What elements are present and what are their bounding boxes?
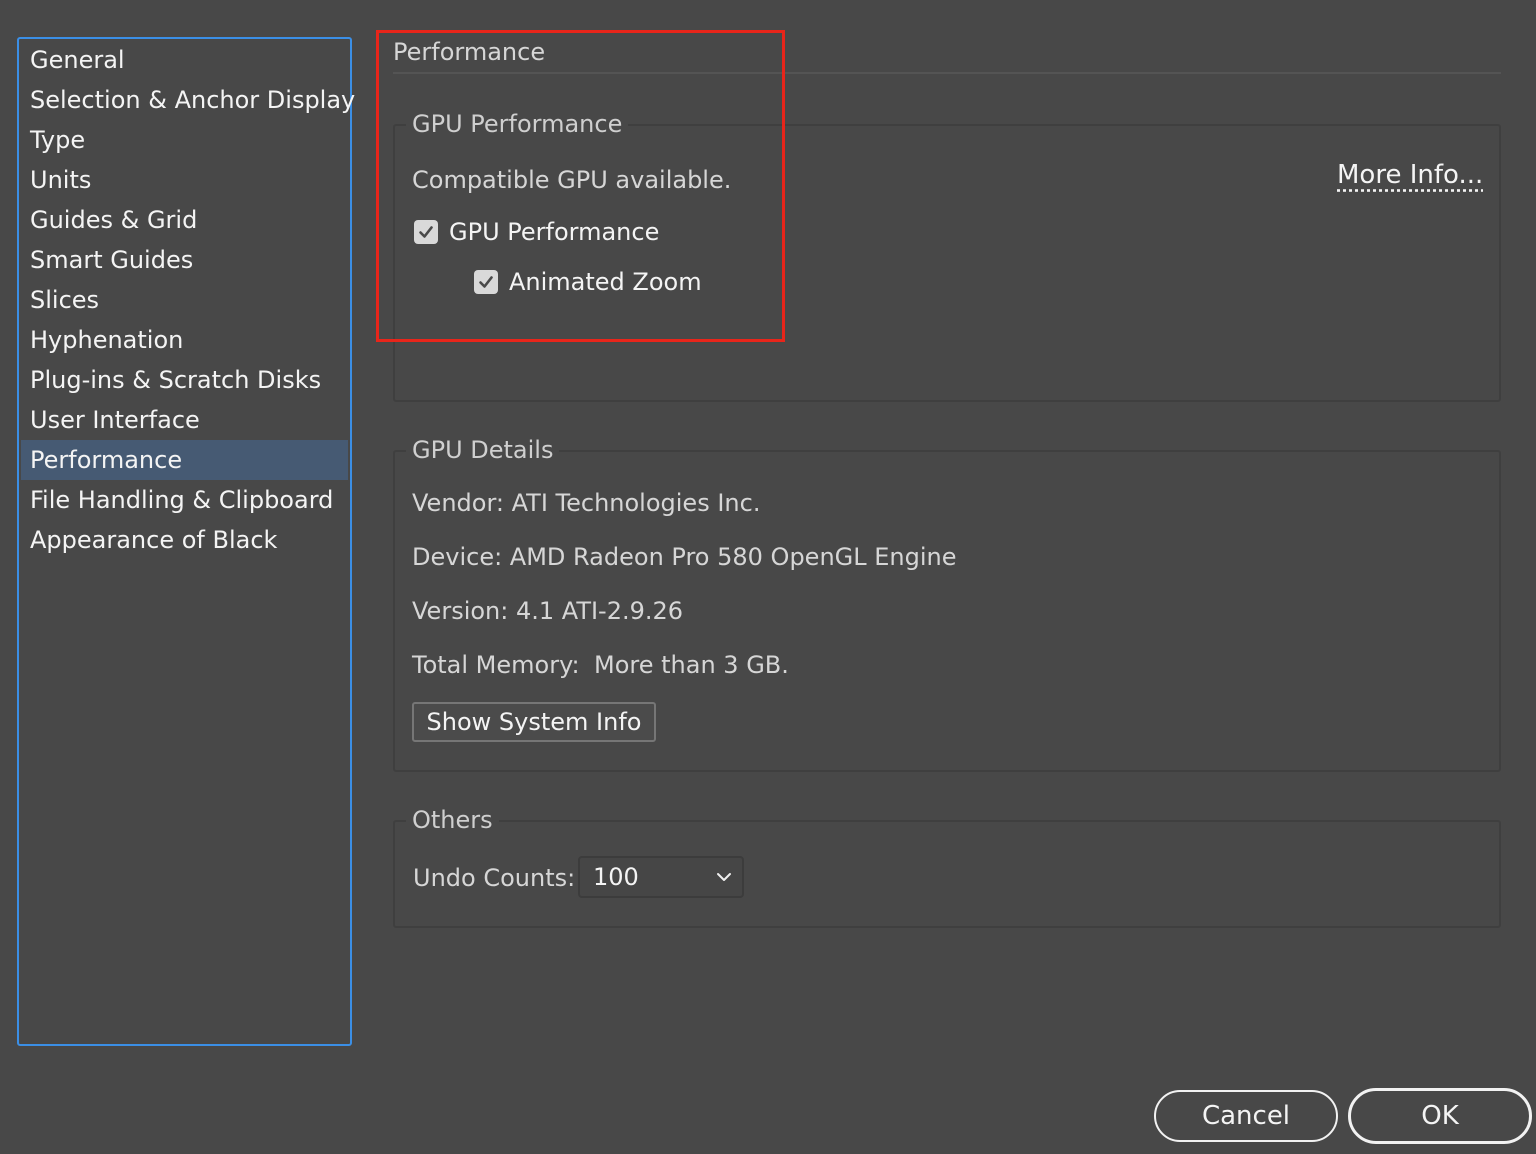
sidebar-item-appearance-of-black[interactable]: Appearance of Black <box>21 520 348 560</box>
sidebar-item-file-handling-clipboard[interactable]: File Handling & Clipboard <box>21 480 348 520</box>
undo-counts-value: 100 <box>593 863 639 891</box>
checkmark-icon <box>419 226 433 238</box>
version-text: Version: 4.1 ATI-2.9.26 <box>412 597 684 625</box>
gpu-status-text: Compatible GPU available. <box>412 166 732 194</box>
sidebar-item-type[interactable]: Type <box>21 120 348 160</box>
animated-zoom-checkbox[interactable] <box>474 270 498 294</box>
sidebar-item-hyphenation[interactable]: Hyphenation <box>21 320 348 360</box>
animated-zoom-checkbox-row[interactable]: Animated Zoom <box>474 268 702 296</box>
gpu-details-legend: GPU Details <box>406 435 560 465</box>
chevron-down-icon <box>717 873 731 881</box>
sidebar-item-performance[interactable]: Performance <box>21 440 348 480</box>
sidebar-item-general[interactable]: General <box>21 40 348 80</box>
gpu-performance-legend: GPU Performance <box>406 109 629 139</box>
sidebar-item-user-interface[interactable]: User Interface <box>21 400 348 440</box>
sidebar-item-units[interactable]: Units <box>21 160 348 200</box>
device-text: Device: AMD Radeon Pro 580 OpenGL Engine <box>412 543 957 571</box>
checkmark-icon <box>479 276 493 288</box>
page-title: Performance <box>393 38 546 66</box>
cancel-button[interactable]: Cancel <box>1154 1090 1338 1142</box>
ok-button[interactable]: OK <box>1348 1088 1532 1144</box>
undo-counts-select[interactable]: 100 <box>578 856 744 898</box>
sidebar-item-guides-grid[interactable]: Guides & Grid <box>21 200 348 240</box>
vendor-text: Vendor: ATI Technologies Inc. <box>412 489 761 517</box>
sidebar-item-slices[interactable]: Slices <box>21 280 348 320</box>
undo-counts-label: Undo Counts: <box>413 864 576 892</box>
title-divider <box>393 72 1501 74</box>
total-memory-value: More than 3 GB. <box>594 651 789 679</box>
show-system-info-button[interactable]: Show System Info <box>412 702 656 742</box>
gpu-performance-checkbox-row[interactable]: GPU Performance <box>414 218 659 246</box>
more-info-link[interactable]: More Info... <box>1337 160 1483 190</box>
animated-zoom-checkbox-label: Animated Zoom <box>509 268 702 296</box>
others-legend: Others <box>406 805 499 835</box>
preferences-sidebar: General Selection & Anchor Display Type … <box>17 37 355 1046</box>
total-memory-label: Total Memory: <box>412 651 580 679</box>
gpu-performance-checkbox-label: GPU Performance <box>449 218 660 246</box>
sidebar-item-selection-anchor-display[interactable]: Selection & Anchor Display <box>21 80 355 120</box>
sidebar-item-plugins-scratch-disks[interactable]: Plug-ins & Scratch Disks <box>21 360 348 400</box>
sidebar-item-smart-guides[interactable]: Smart Guides <box>21 240 348 280</box>
gpu-performance-checkbox[interactable] <box>414 220 438 244</box>
